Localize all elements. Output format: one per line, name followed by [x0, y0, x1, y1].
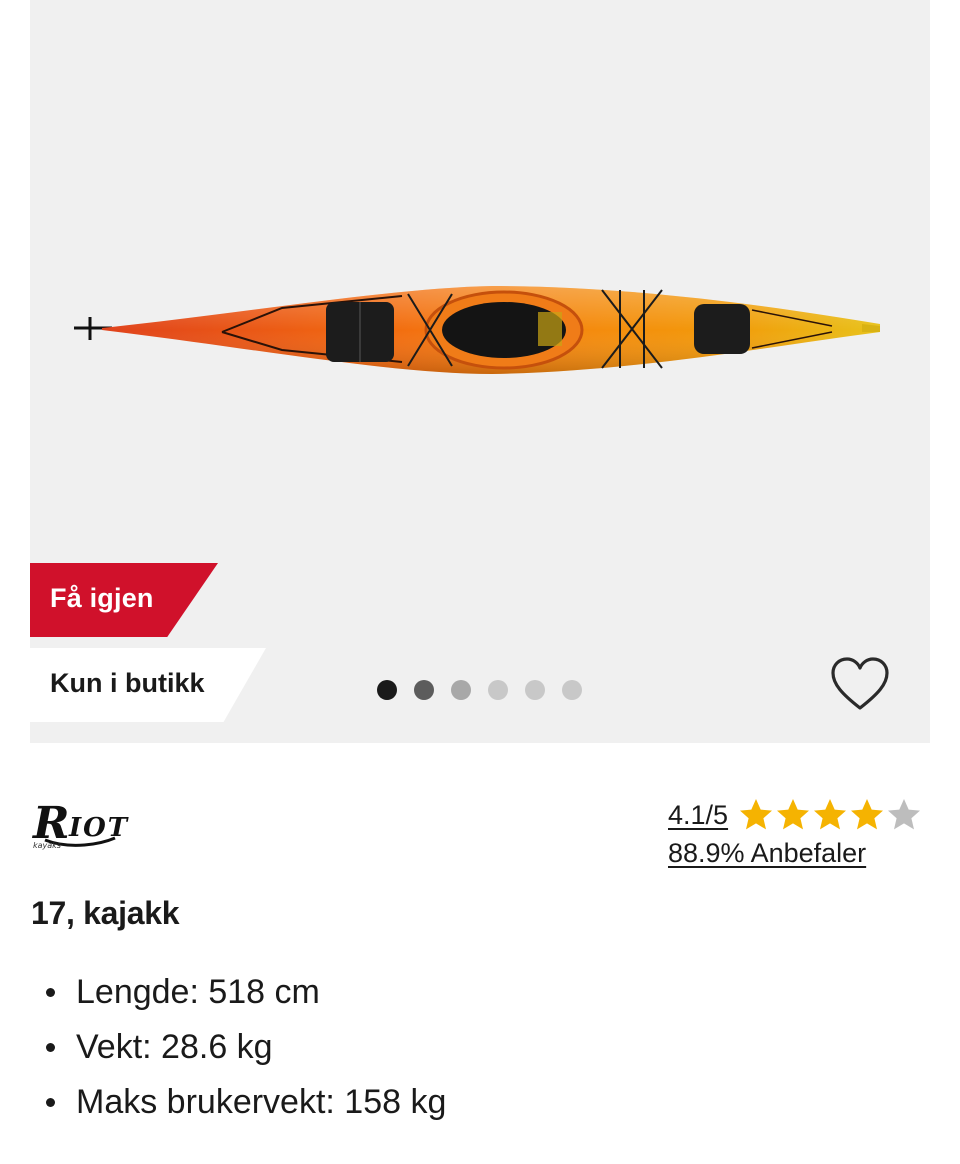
gallery-dot[interactable]: [377, 680, 397, 700]
brand-logo-rest: IOT: [68, 813, 129, 843]
star-filled-icon: [814, 799, 847, 830]
favorite-heart-icon[interactable]: [830, 656, 890, 714]
spec-max-user-weight: Maks brukervekt: 158 kg: [46, 1075, 446, 1130]
star-filled-icon: [777, 799, 810, 830]
star-empty-icon: [888, 799, 921, 830]
product-title: 17, kajakk: [31, 895, 180, 931]
gallery-dot[interactable]: [451, 680, 471, 700]
cashback-badge: Få igjen: [30, 563, 218, 637]
cashback-badge-label: Få igjen: [50, 583, 154, 613]
rating-block[interactable]: 4.1/5 88.9% Anbefaler: [668, 795, 938, 869]
gallery-dot[interactable]: [525, 680, 545, 700]
recommend-percentage-link[interactable]: 88.9% Anbefaler: [668, 838, 866, 869]
product-image-gallery[interactable]: Få igjen Kun i butikk: [30, 0, 930, 743]
star-filled-icon: [851, 799, 884, 830]
gallery-pagination[interactable]: [377, 680, 582, 700]
store-only-badge: Kun i butikk: [30, 648, 266, 722]
gallery-dot[interactable]: [414, 680, 434, 700]
brand-logo[interactable]: R IOT kayaks: [31, 798, 181, 856]
brand-tagline: kayaks: [33, 841, 61, 850]
spec-weight: Vekt: 28.6 kg: [46, 1020, 446, 1075]
gallery-dot[interactable]: [488, 680, 508, 700]
kayak-product-image[interactable]: [72, 270, 892, 390]
rating-stars: [738, 797, 922, 833]
store-only-badge-label: Kun i butikk: [50, 668, 205, 698]
gallery-dot[interactable]: [562, 680, 582, 700]
rating-score-link[interactable]: 4.1/5: [668, 800, 728, 831]
star-filled-icon: [740, 799, 773, 830]
product-specs-list: Lengde: 518 cm Vekt: 28.6 kg Maks bruker…: [46, 965, 446, 1130]
spec-length: Lengde: 518 cm: [46, 965, 446, 1020]
